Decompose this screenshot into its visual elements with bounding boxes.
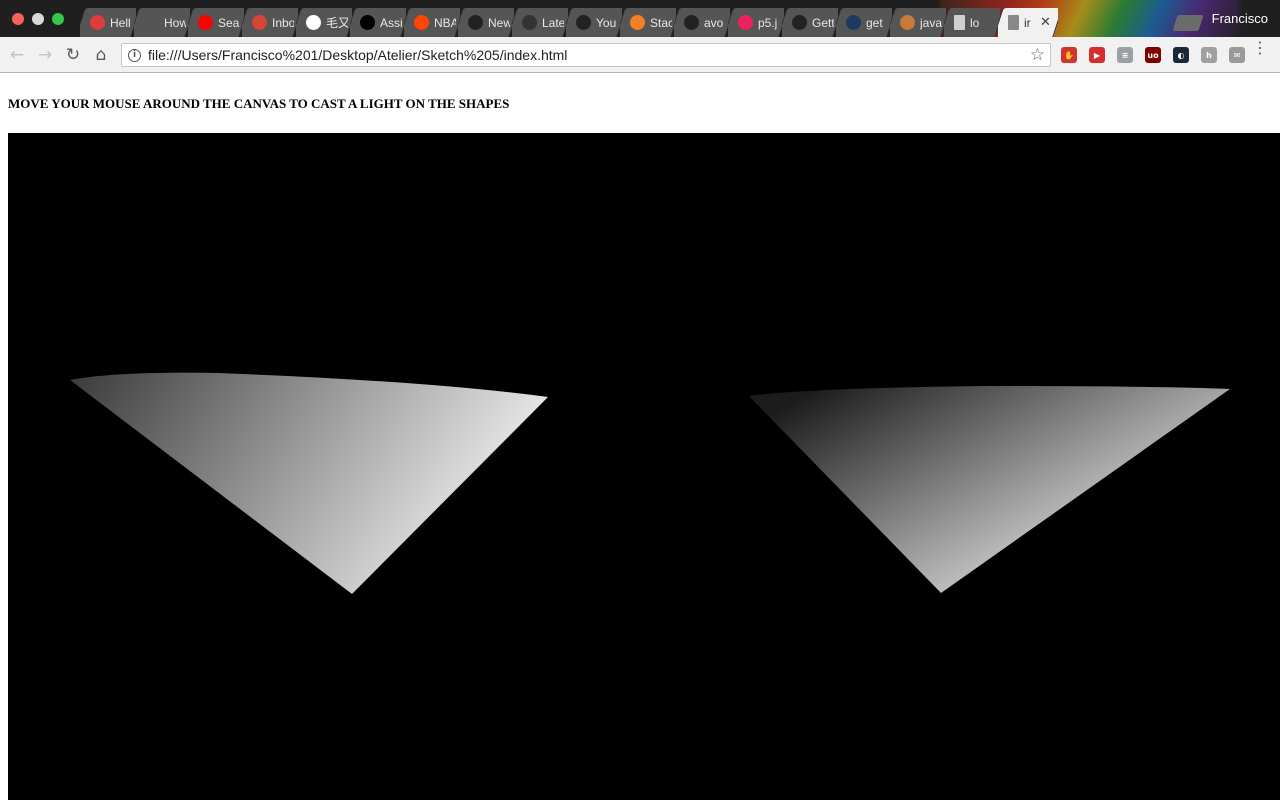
close-tab-icon[interactable]: ✕ (1040, 15, 1051, 30)
ext-reader-icon[interactable]: ≡ (1117, 47, 1133, 63)
tab-list: Hell How Sea Inbo 毛又 Assi NBA New Late You Stac avo… (80, 8, 1056, 37)
google-icon (306, 15, 321, 30)
left-cone-shape (70, 372, 548, 594)
gmail-icon (252, 15, 267, 30)
tab[interactable]: You (566, 8, 622, 37)
tab-title: get (866, 15, 883, 30)
canvas-drawing (70, 372, 1230, 594)
youtube-icon (198, 15, 213, 30)
browser-toolbar: ← → ↻ ⌂ i file:///Users/Francisco%201/De… (0, 37, 1280, 73)
page-content: MOVE YOUR MOUSE AROUND THE CANVAS TO CAS… (0, 74, 1280, 800)
tab[interactable]: Stac (620, 8, 676, 37)
home-button[interactable]: ⌂ (90, 44, 112, 66)
file-icon (1008, 15, 1019, 30)
tab[interactable]: 毛又 (296, 8, 352, 37)
new-tab-button[interactable] (1172, 15, 1204, 31)
tab-title: ir (1024, 15, 1031, 30)
profile-name[interactable]: Francisco (1212, 11, 1268, 26)
stackoverflow-icon (630, 15, 645, 30)
tab[interactable]: Hell (80, 8, 136, 37)
minimize-window-button[interactable] (32, 13, 44, 25)
tab-title: Assi (380, 15, 402, 30)
tab[interactable]: NBA (404, 8, 460, 37)
tab[interactable]: java (890, 8, 946, 37)
sketch-canvas[interactable] (8, 133, 1280, 800)
smile-icon (144, 15, 159, 30)
tab-title: You (596, 15, 617, 30)
right-cone-shape (749, 386, 1230, 593)
tab[interactable]: Sea (188, 8, 244, 37)
tab[interactable]: lo (944, 8, 1000, 37)
tab-active[interactable]: ir ✕ (998, 8, 1058, 37)
tab-title: New (488, 15, 510, 30)
github-icon (576, 15, 591, 30)
tab[interactable]: New (458, 8, 514, 37)
opera-icon (90, 15, 105, 30)
browser-menu-button[interactable]: ⋮ (1252, 40, 1268, 56)
ublock-icon[interactable]: uo (1145, 47, 1161, 63)
q-icon (522, 15, 537, 30)
site-info-icon[interactable]: i (128, 48, 141, 62)
tab[interactable]: p5.j (728, 8, 784, 37)
tab-title: java (920, 15, 942, 30)
bookmark-star-icon[interactable]: ☆ (1030, 45, 1045, 65)
github-icon (792, 15, 807, 30)
adblock-icon[interactable]: ✋ (1061, 47, 1077, 63)
reload-button[interactable]: ↻ (62, 44, 84, 66)
tab-title: lo (970, 15, 980, 30)
tab[interactable]: Assi (350, 8, 406, 37)
tab-title: p5.j (758, 15, 778, 30)
github-icon (684, 15, 699, 30)
tab[interactable]: avo (674, 8, 730, 37)
circle-dot-icon (468, 15, 483, 30)
close-window-button[interactable] (12, 13, 24, 25)
pencil-icon (900, 15, 915, 30)
tab[interactable]: Late (512, 8, 568, 37)
ext-h-icon[interactable]: h (1201, 47, 1217, 63)
back-button[interactable]: ← (6, 44, 28, 66)
tab-title: Inbo (272, 15, 294, 30)
ext-red-play-icon[interactable]: ▶ (1089, 47, 1105, 63)
tab-title: Sea (218, 15, 240, 30)
tab-title: NBA (434, 15, 456, 30)
zoom-window-button[interactable] (52, 13, 64, 25)
tab-strip: Hell How Sea Inbo 毛又 Assi NBA New Late You Stac avo… (0, 0, 1280, 37)
ext-dark-icon[interactable]: ◐ (1173, 47, 1189, 63)
assignment-icon (360, 15, 375, 30)
tab-title: Late (542, 15, 564, 30)
ext-mail-icon[interactable]: ✉ (1229, 47, 1245, 63)
reddit-icon (414, 15, 429, 30)
tab-title: Gett (812, 15, 834, 30)
tab-title: avo (704, 15, 724, 30)
address-bar[interactable]: i file:///Users/Francisco%201/Desktop/At… (121, 43, 1051, 67)
tab-title: Hell (110, 15, 131, 30)
file-icon (954, 15, 965, 30)
tab-title: How (164, 15, 186, 30)
p-icon (846, 15, 861, 30)
tab-title: 毛又 (326, 16, 348, 30)
tab[interactable]: Inbo (242, 8, 298, 37)
forward-button[interactable]: → (34, 44, 56, 66)
address-url[interactable]: file:///Users/Francisco%201/Desktop/Atel… (148, 47, 567, 63)
tab[interactable]: How (134, 8, 190, 37)
tab[interactable]: Gett (782, 8, 838, 37)
tab-title: Stac (650, 15, 672, 30)
tab[interactable]: get (836, 8, 892, 37)
p5-star-icon (738, 15, 753, 30)
instructions-heading: MOVE YOUR MOUSE AROUND THE CANVAS TO CAS… (8, 96, 510, 111)
